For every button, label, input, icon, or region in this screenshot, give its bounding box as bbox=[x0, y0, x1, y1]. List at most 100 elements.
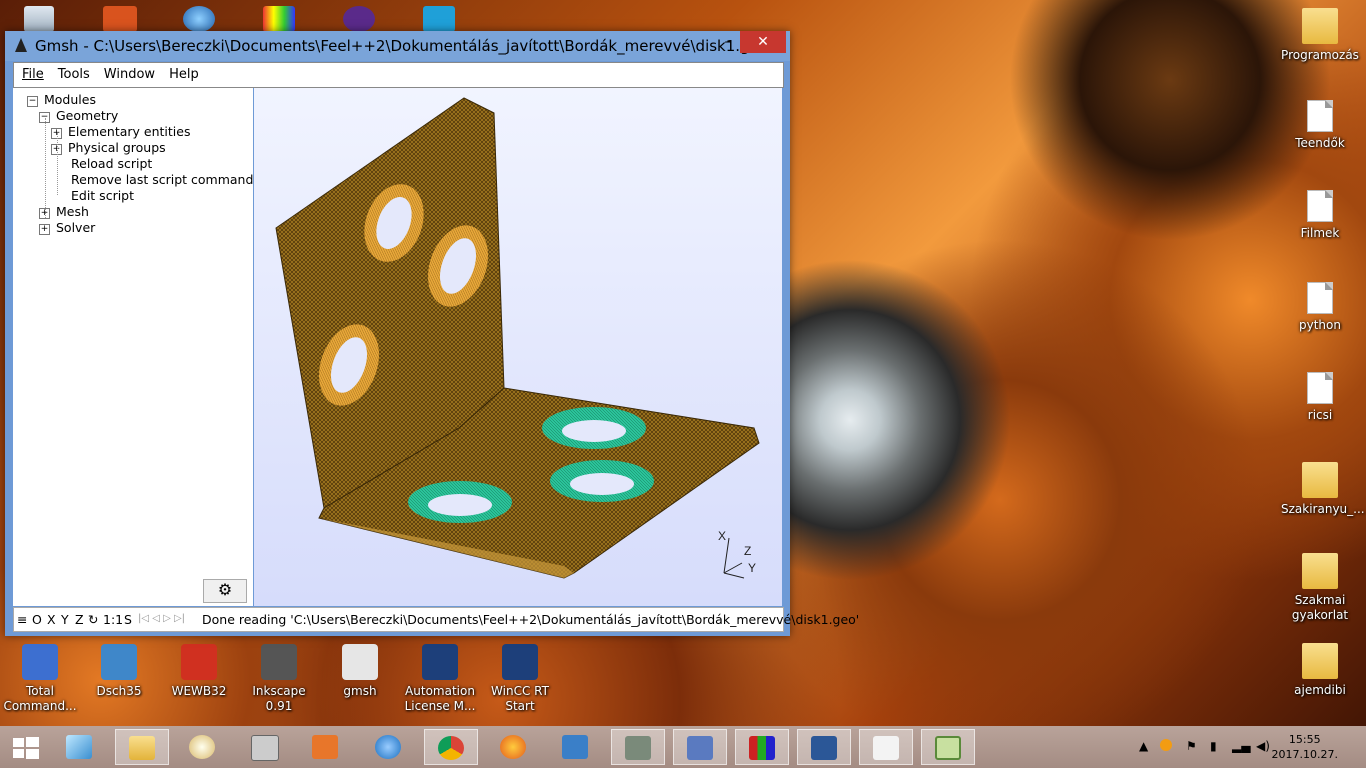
menu-file[interactable]: File bbox=[14, 63, 50, 82]
collapse-icon[interactable]: − bbox=[27, 96, 38, 107]
desktop-icon-bottom[interactable]: WEWB32 bbox=[160, 644, 238, 699]
volume-icon[interactable]: ◀) bbox=[1256, 739, 1270, 753]
taskbar-bars-app[interactable] bbox=[735, 729, 789, 765]
tree-item-remove-last-command[interactable]: Remove last script command bbox=[71, 172, 253, 187]
tree-item-reload-script[interactable]: Reload script bbox=[71, 156, 152, 171]
tree-item-elementary-entities[interactable]: + Elementary entities bbox=[51, 124, 191, 139]
app-shortcut-icon bbox=[101, 644, 137, 680]
view-s-button[interactable]: S bbox=[124, 612, 132, 627]
document-icon bbox=[1307, 372, 1333, 404]
clock-time: 15:55 bbox=[1288, 733, 1321, 746]
taskbar-chrome[interactable] bbox=[424, 729, 478, 765]
desktop-icon-label: Szakiranyu_... bbox=[1281, 502, 1365, 516]
ultimate-app-icon[interactable] bbox=[263, 6, 295, 32]
desktop-icon-bottom[interactable]: Dsch35 bbox=[80, 644, 158, 699]
bars-app-icon bbox=[749, 736, 775, 760]
rotate-icon[interactable]: ↻ bbox=[88, 612, 98, 627]
minimize-button[interactable]: – bbox=[713, 31, 743, 53]
desktop-icon-label: WEWB32 bbox=[171, 684, 227, 698]
firefox-icon bbox=[500, 735, 526, 759]
chrome-icon bbox=[438, 736, 464, 760]
network-app-icon bbox=[562, 735, 588, 759]
taskbar-paint[interactable] bbox=[176, 729, 230, 765]
desktop-icon-right[interactable]: Filmek bbox=[1281, 190, 1359, 241]
mesh-model: X Z Y bbox=[275, 97, 760, 579]
folder-icon bbox=[1302, 643, 1338, 679]
scale-button[interactable]: 1:1 bbox=[103, 612, 123, 627]
desktop-icon-bottom[interactable]: Inkscape 0.91 bbox=[240, 644, 318, 714]
presentation-app-icon[interactable] bbox=[103, 6, 137, 32]
taskbar-file-explorer[interactable] bbox=[115, 729, 169, 765]
document-icon bbox=[1307, 100, 1333, 132]
tree-item-geometry[interactable]: − Geometry bbox=[39, 108, 118, 123]
app-shortcut-icon bbox=[22, 644, 58, 680]
clock[interactable]: 15:55 2017.10.27. bbox=[1272, 732, 1338, 762]
power-icon[interactable]: ▮ bbox=[1210, 739, 1217, 753]
status-menu-icon[interactable]: ≡ bbox=[17, 612, 27, 627]
taskbar-firefox[interactable] bbox=[487, 729, 541, 765]
desktop-icon-label: gmsh bbox=[343, 684, 377, 698]
tray-overflow-arrow[interactable]: ▲ bbox=[1139, 739, 1148, 753]
tree-item-physical-groups[interactable]: + Physical groups bbox=[51, 140, 166, 155]
desktop-icon-right[interactable]: python bbox=[1281, 282, 1359, 333]
desktop-icon-right[interactable]: Szakmai gyakorlat bbox=[1281, 553, 1359, 623]
desktop-icon-right[interactable]: Programozás bbox=[1281, 8, 1359, 63]
desktop-icon-bottom[interactable]: WinCC RT Start bbox=[481, 644, 559, 714]
module-tree: − Modules − Geometry + Elementary entities … bbox=[13, 88, 253, 606]
desktop-background: Programozás Teendők Filmek python ricsi Szaki… bbox=[0, 0, 1366, 768]
taskbar-network-app[interactable] bbox=[549, 729, 603, 765]
axis-y-label: Y bbox=[748, 561, 756, 575]
taskbar-internet-explorer[interactable] bbox=[362, 729, 416, 765]
tree-item-solver[interactable]: + Solver bbox=[39, 220, 95, 235]
flag-icon[interactable]: ⚑ bbox=[1186, 739, 1197, 753]
desktop-icon-bottom[interactable]: Total Command... bbox=[1, 644, 79, 714]
desktop-icon-right[interactable]: Teendők bbox=[1281, 100, 1359, 151]
tree-item-modules[interactable]: − Modules bbox=[27, 92, 96, 107]
gmsh-window: Gmsh - C:\Users\Bereczki\Documents\Feel+… bbox=[5, 31, 859, 636]
purple-app-icon[interactable] bbox=[343, 6, 375, 32]
tray-app-icon[interactable] bbox=[1160, 739, 1172, 751]
taskbar-remote-app[interactable] bbox=[673, 729, 727, 765]
view-z-button[interactable]: Z bbox=[75, 612, 84, 627]
globe-app-icon[interactable] bbox=[183, 6, 215, 32]
windows-logo-icon bbox=[13, 737, 39, 759]
desktop-icon-right[interactable]: ajemdibi bbox=[1281, 643, 1359, 698]
k-app-icon[interactable] bbox=[423, 6, 455, 32]
settings-gear-icon[interactable]: ⚙ bbox=[203, 579, 247, 603]
view-x-button[interactable]: X bbox=[47, 612, 56, 627]
close-button[interactable]: ✕ bbox=[740, 31, 786, 53]
gmsh-logo-icon bbox=[15, 38, 27, 52]
start-button[interactable] bbox=[0, 729, 54, 765]
recycle-bin-icon[interactable] bbox=[24, 6, 54, 32]
desktop-icon-bottom[interactable]: Automation License M... bbox=[401, 644, 479, 714]
desktop-icon-right[interactable]: Szakiranyu_... bbox=[1281, 462, 1365, 517]
menu-tools[interactable]: Tools bbox=[50, 63, 96, 82]
taskbar-media-player[interactable] bbox=[299, 729, 353, 765]
window-title: Gmsh - C:\Users\Bereczki\Documents\Feel+… bbox=[35, 37, 768, 55]
taskbar-green-app[interactable] bbox=[921, 729, 975, 765]
remote-app-icon bbox=[687, 736, 713, 760]
tree-item-edit-script[interactable]: Edit script bbox=[71, 188, 134, 203]
view-y-button[interactable]: Y bbox=[61, 612, 69, 627]
graphics-viewport[interactable]: X Z Y bbox=[254, 88, 782, 606]
menu-help[interactable]: Help bbox=[161, 63, 205, 82]
window-titlebar[interactable]: Gmsh - C:\Users\Bereczki\Documents\Feel+… bbox=[5, 31, 790, 61]
taskbar-glass-app[interactable] bbox=[53, 729, 107, 765]
view-o-button[interactable]: O bbox=[32, 612, 42, 627]
folder-icon bbox=[1302, 8, 1338, 44]
tree-item-mesh[interactable]: + Mesh bbox=[39, 204, 89, 219]
media-player-icon bbox=[312, 735, 338, 759]
app-shortcut-icon bbox=[181, 644, 217, 680]
taskbar-word[interactable] bbox=[797, 729, 851, 765]
desktop-icon-right[interactable]: ricsi bbox=[1281, 372, 1359, 423]
menu-window[interactable]: Window bbox=[96, 63, 161, 82]
status-bar: ≡ O X Y Z ↻ 1:1 S |◁ ◁ ▷ ▷| Done reading… bbox=[13, 607, 859, 632]
animation-nav[interactable]: |◁ ◁ ▷ ▷| bbox=[138, 613, 185, 624]
desktop-icon-bottom[interactable]: gmsh bbox=[321, 644, 399, 699]
axis-z-label: Z bbox=[744, 544, 751, 558]
taskbar-gmsh[interactable] bbox=[859, 729, 913, 765]
taskbar-lock-app[interactable] bbox=[611, 729, 665, 765]
taskbar-calculator[interactable] bbox=[238, 729, 292, 765]
expand-icon[interactable]: + bbox=[39, 224, 50, 235]
signal-icon[interactable]: ▂▄ bbox=[1232, 739, 1250, 753]
